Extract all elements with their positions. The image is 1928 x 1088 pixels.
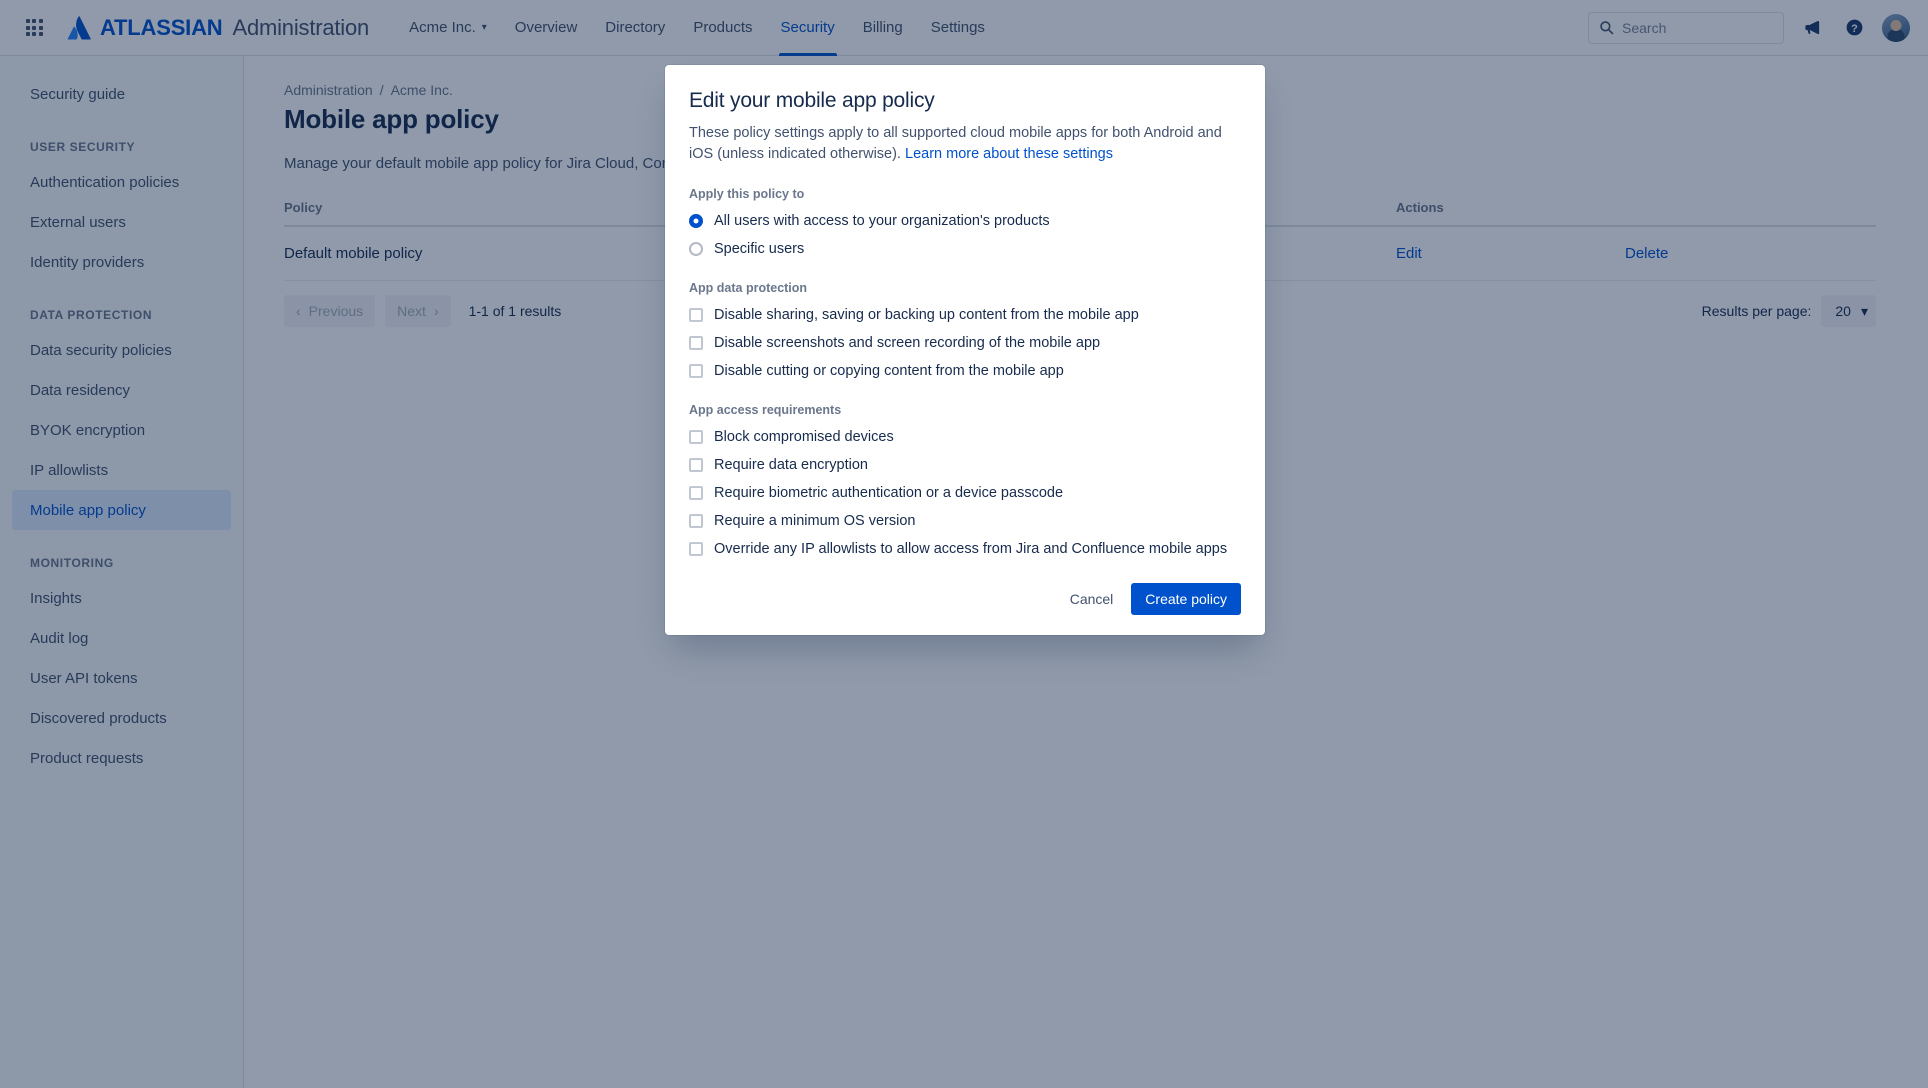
checkbox-icon[interactable] [689,363,703,378]
checkbox-require-data-encryption[interactable]: Require data encryption [689,454,1241,475]
checkbox-icon[interactable] [689,485,703,500]
dialog-footer: Cancel Create policy [689,583,1241,616]
checkbox-disable-sharing[interactable]: Disable sharing, saving or backing up co… [689,304,1241,325]
app-data-protection-group-label: App data protection [689,281,808,296]
checkbox-icon[interactable] [689,307,703,322]
page-root: ATLASSIAN Administration Acme Inc. ▾ Ove… [0,0,1928,1088]
radio-unselected-icon[interactable] [689,241,703,256]
create-policy-button[interactable]: Create policy [1131,583,1241,616]
checkbox-override-ip-allowlists[interactable]: Override any IP allowlists to allow acce… [689,538,1241,559]
radio-label: All users with access to your organizati… [714,212,1050,229]
checkbox-label: Block compromised devices [714,428,894,445]
app-access-requirements-group-label: App access requirements [689,403,842,418]
dialog-description: These policy settings apply to all suppo… [689,123,1241,165]
checkbox-require-minimum-os[interactable]: Require a minimum OS version [689,510,1241,531]
apply-policy-group-label: Apply this policy to [689,187,805,202]
app-data-protection-group: App data protection Disable sharing, sav… [689,281,1241,381]
cancel-button[interactable]: Cancel [1058,583,1126,615]
checkbox-label: Require a minimum OS version [714,512,916,529]
checkbox-block-compromised-devices[interactable]: Block compromised devices [689,426,1241,447]
checkbox-label: Disable screenshots and screen recording… [714,334,1101,351]
checkbox-icon[interactable] [689,429,703,444]
app-access-requirements-group: App access requirements Block compromise… [689,403,1241,559]
checkbox-label: Disable sharing, saving or backing up co… [714,306,1139,323]
dialog-title: Edit your mobile app policy [689,89,935,112]
radio-selected-icon[interactable] [689,213,703,228]
checkbox-disable-cut-copy[interactable]: Disable cutting or copying content from … [689,360,1241,381]
radio-all-users[interactable]: All users with access to your organizati… [689,210,1241,231]
checkbox-label: Require biometric authentication or a de… [714,484,1064,501]
radio-label: Specific users [714,240,805,257]
checkbox-icon[interactable] [689,457,703,472]
checkbox-icon[interactable] [689,541,703,556]
radio-specific-users[interactable]: Specific users [689,238,1241,259]
apply-policy-group: Apply this policy to All users with acce… [689,187,1241,259]
learn-more-link[interactable]: Learn more about these settings [905,146,1113,162]
checkbox-label: Disable cutting or copying content from … [714,362,1064,379]
checkbox-label: Require data encryption [714,456,868,473]
checkbox-disable-screenshots[interactable]: Disable screenshots and screen recording… [689,332,1241,353]
checkbox-icon[interactable] [689,513,703,528]
checkbox-require-biometric-auth[interactable]: Require biometric authentication or a de… [689,482,1241,503]
checkbox-label: Override any IP allowlists to allow acce… [714,540,1228,557]
edit-mobile-app-policy-dialog: Edit your mobile app policy These policy… [665,65,1265,636]
checkbox-icon[interactable] [689,335,703,350]
